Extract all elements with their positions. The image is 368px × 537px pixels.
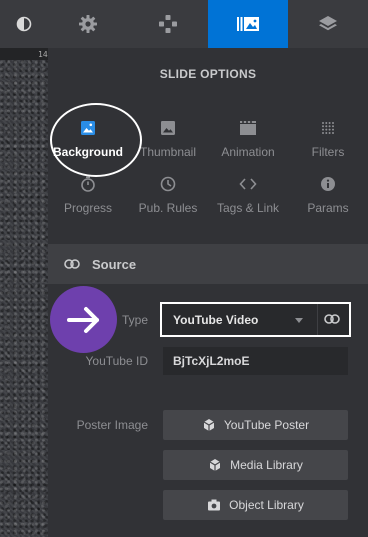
clock-icon xyxy=(160,176,176,192)
option-animation[interactable]: Animation xyxy=(208,108,288,159)
chevron-down-icon xyxy=(295,318,303,323)
picture-icon xyxy=(161,121,175,135)
button-label: Media Library xyxy=(230,458,303,472)
option-filters[interactable]: Filters xyxy=(288,108,368,159)
option-params[interactable]: Params xyxy=(288,164,368,215)
canvas-strip: 14 xyxy=(0,0,48,537)
tab-layers[interactable] xyxy=(288,0,368,48)
option-label: Progress xyxy=(63,201,113,215)
layers-icon xyxy=(319,16,337,31)
option-label: Tags & Link xyxy=(216,201,280,215)
link-icon xyxy=(64,259,80,269)
ruler-tick: 14 xyxy=(38,50,48,59)
source-section-header[interactable]: Source xyxy=(48,244,368,284)
background-highlight-circle xyxy=(50,103,142,177)
slides-icon xyxy=(237,17,259,31)
option-label: Pub. Rules xyxy=(138,201,198,215)
poster-image-label: Poster Image xyxy=(76,418,148,432)
option-pub-rules[interactable]: Pub. Rules xyxy=(128,164,208,215)
canvas-background xyxy=(0,60,48,537)
type-select-value: YouTube Video xyxy=(173,313,259,327)
info-icon xyxy=(321,177,335,191)
select-divider xyxy=(317,304,318,335)
timer-icon xyxy=(81,176,95,192)
youtube-id-label: YouTube ID xyxy=(85,354,149,368)
contrast-icon xyxy=(16,16,32,32)
pointer-badge xyxy=(50,286,117,353)
youtube-id-input[interactable]: BjTcXjL2moE xyxy=(163,347,348,375)
panel-title: SLIDE OPTIONS xyxy=(159,67,257,81)
film-icon xyxy=(240,121,256,135)
cube-icon xyxy=(203,419,215,431)
youtube-id-value: BjTcXjL2moE xyxy=(173,354,250,368)
code-icon xyxy=(239,178,257,190)
type-select[interactable]: YouTube Video xyxy=(160,302,351,337)
contrast-toggle[interactable] xyxy=(0,0,48,48)
arrow-right-icon xyxy=(66,306,99,333)
button-label: YouTube Poster xyxy=(223,418,310,432)
tab-slides[interactable] xyxy=(208,0,288,48)
top-tab-bar xyxy=(48,0,368,48)
link-icon[interactable] xyxy=(324,312,340,326)
section-title: Source xyxy=(92,256,137,272)
canvas-ruler: 14 xyxy=(0,48,48,60)
media-library-button[interactable]: Media Library xyxy=(163,450,348,480)
dots-grid-icon xyxy=(322,122,334,134)
object-library-button[interactable]: Object Library xyxy=(163,490,348,520)
option-label: Animation xyxy=(221,145,275,159)
camera-icon xyxy=(208,499,221,511)
tab-settings[interactable] xyxy=(48,0,128,48)
button-label: Object Library xyxy=(229,498,304,512)
gear-icon xyxy=(79,15,97,33)
cube-icon xyxy=(209,459,221,471)
gamepad-icon xyxy=(159,15,177,33)
option-label: Filters xyxy=(311,145,345,159)
tab-navigation[interactable] xyxy=(128,0,208,48)
option-tags-link[interactable]: Tags & Link xyxy=(208,164,288,215)
option-label: Params xyxy=(307,201,349,215)
youtube-poster-button[interactable]: YouTube Poster xyxy=(163,410,348,440)
